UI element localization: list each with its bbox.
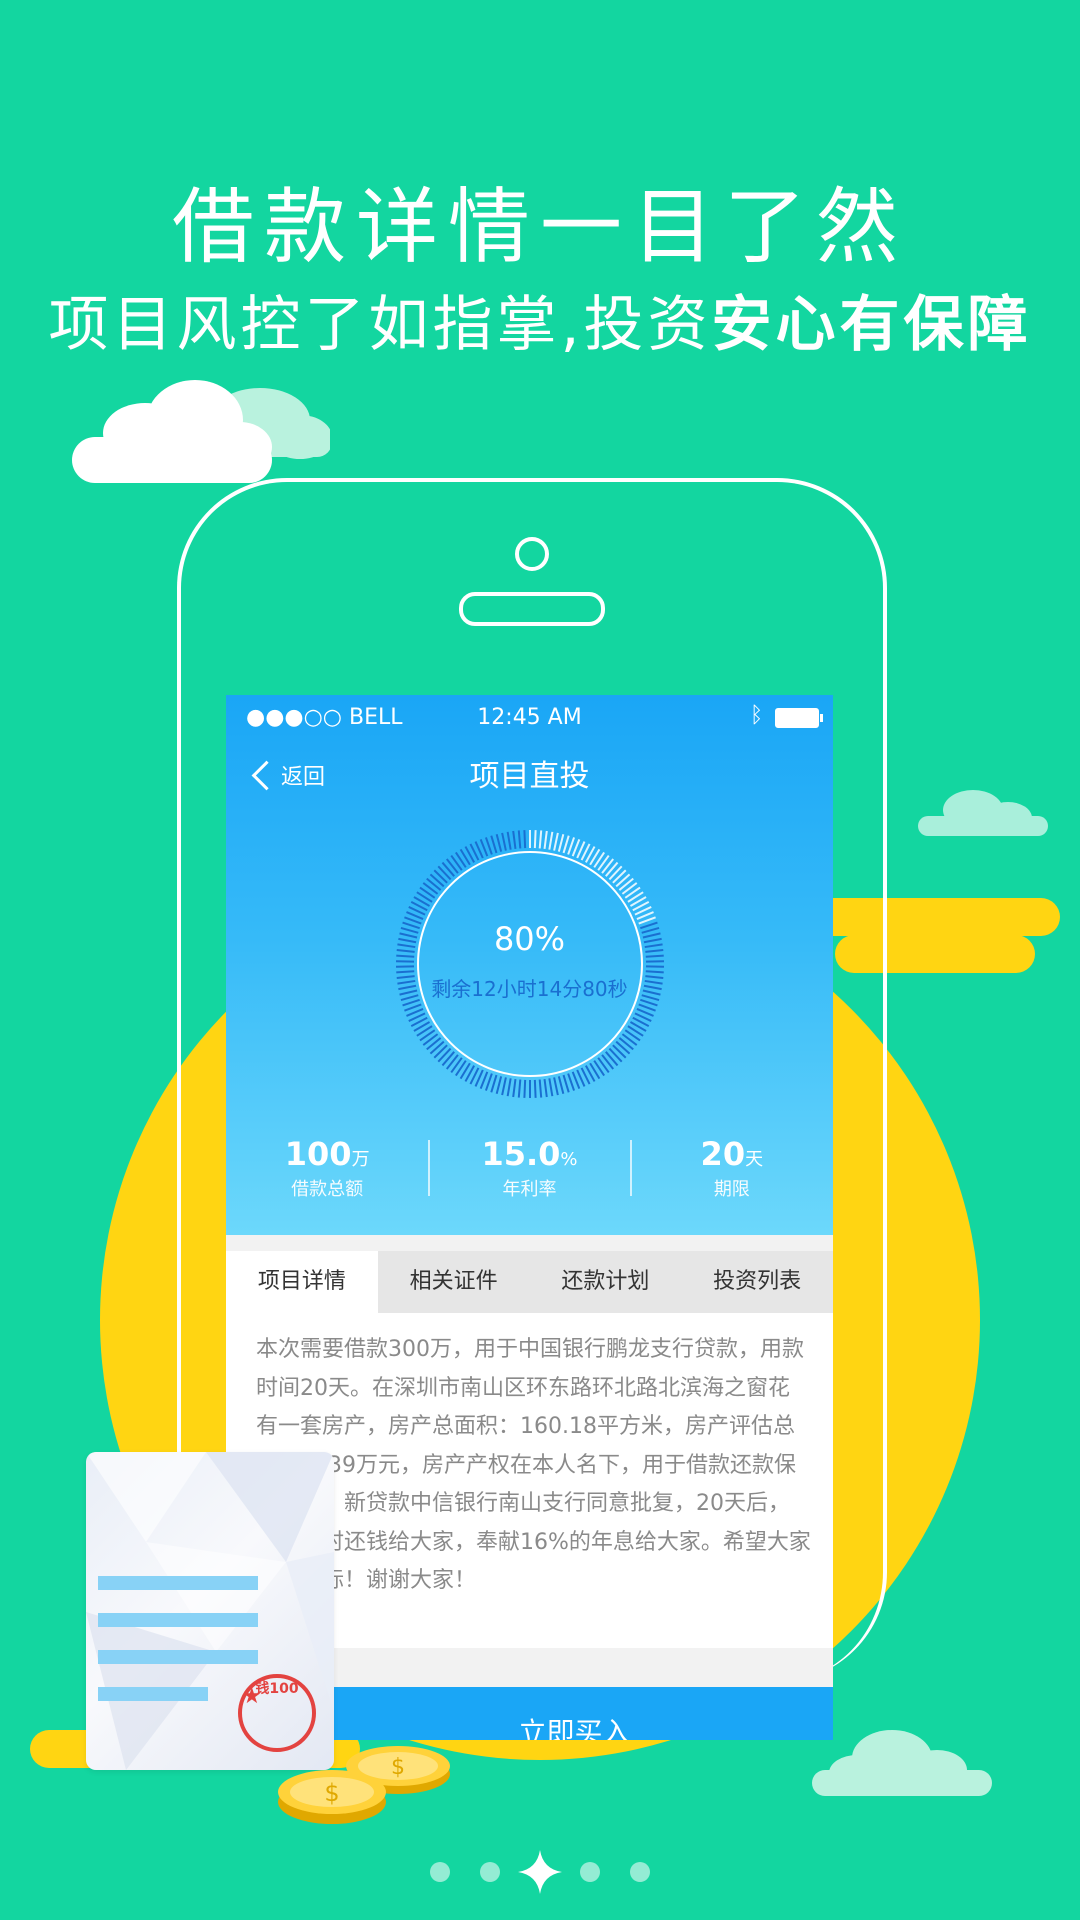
document-line <box>98 1576 258 1590</box>
stat-rate: 15.0% 年利率 <box>428 1135 630 1205</box>
tab-investment-list[interactable]: 投资列表 <box>681 1251 833 1313</box>
detail-text: 本次需要借款300万，用于中国银行鹏龙支行贷款，用款时间20天。在深圳市南山区环… <box>256 1337 811 1593</box>
progress-tick <box>553 832 559 851</box>
promo-subline-normal: 项目风控了如指掌,投资 <box>48 290 712 360</box>
progress-tick <box>567 837 576 855</box>
progress-tick <box>548 1078 554 1097</box>
clock: 12:45 AM <box>477 705 582 730</box>
stat-divider <box>428 1140 430 1196</box>
progress-tick <box>553 1077 559 1096</box>
seal-star-icon: ★ <box>242 1684 262 1709</box>
tab-project-details[interactable]: 项目详情 <box>226 1251 378 1313</box>
stat-amount-label: 借款总额 <box>291 1179 364 1200</box>
progress-tick <box>506 831 512 850</box>
stat-term: 20天 期限 <box>631 1135 833 1205</box>
stat-term-unit: 天 <box>745 1149 764 1170</box>
progress-tick <box>557 1076 565 1095</box>
progress-tick <box>608 1047 623 1063</box>
progress-tick <box>523 830 527 849</box>
progress-tick <box>484 837 493 855</box>
page-dot[interactable] <box>480 1862 500 1882</box>
progress-tick <box>437 865 452 881</box>
progress-tick <box>495 833 503 852</box>
countdown-text: 剩余12小时14分80秒 <box>431 977 628 1001</box>
progress-tick <box>543 1078 548 1098</box>
progress-tick <box>490 835 498 854</box>
progress-tick <box>538 830 543 849</box>
progress-tick <box>543 830 548 850</box>
promo-subline: 项目风控了如指掌,投资安心有保障 <box>0 276 1080 363</box>
progress-tick <box>562 1074 570 1093</box>
stat-rate-unit: % <box>560 1149 578 1170</box>
stat-term-label: 期限 <box>713 1179 750 1200</box>
svg-text:$: $ <box>324 1779 339 1807</box>
progress-tick <box>523 1079 527 1098</box>
promo-subline-strong: 安心有保障 <box>711 290 1032 360</box>
stat-rate-label: 年利率 <box>502 1179 557 1200</box>
cloud-decoration-right <box>918 790 1048 836</box>
progress-tick <box>506 1078 512 1097</box>
stat-rate-value: 15.0 <box>481 1135 561 1173</box>
progress-tick <box>512 830 517 850</box>
progress-tick <box>501 1077 507 1096</box>
stat-term-value: 20 <box>700 1135 746 1173</box>
cloud-decoration-bottom <box>812 1730 992 1796</box>
progress-tick <box>517 1079 522 1098</box>
bluetooth-icon: ᛒ <box>750 703 764 728</box>
document-line <box>98 1650 258 1664</box>
progress-tick <box>533 830 537 849</box>
tab-bar: 项目详情 相关证件 还款计划 投资列表 <box>226 1251 833 1313</box>
tab-repayment-plan[interactable]: 还款计划 <box>530 1251 682 1313</box>
progress-tick <box>557 833 565 852</box>
progress-tick <box>512 1078 517 1098</box>
page-dot[interactable] <box>430 1862 450 1882</box>
svg-text:$: $ <box>391 1755 405 1780</box>
stat-amount-value: 100 <box>284 1135 352 1173</box>
progress-tick <box>608 865 623 881</box>
tab-certificates[interactable]: 相关证件 <box>378 1251 530 1313</box>
progress-tick <box>433 869 448 884</box>
stat-amount-unit: 万 <box>351 1149 370 1170</box>
progress-tick <box>533 1079 537 1098</box>
document-icon: ★ 钱100 <box>86 1452 334 1770</box>
progress-tick <box>562 835 570 854</box>
progress-tick <box>612 1044 627 1059</box>
page-dot[interactable] <box>630 1862 650 1882</box>
stat-divider <box>630 1140 632 1196</box>
progress-tick <box>538 1079 543 1098</box>
battery-icon <box>775 708 823 728</box>
document-line <box>98 1613 258 1627</box>
progress-tick <box>548 831 554 850</box>
progress-inner-circle <box>417 851 643 1077</box>
progress-tick <box>484 1073 493 1091</box>
progress-tick <box>490 1074 498 1093</box>
progress-tick <box>433 1044 448 1059</box>
progress-tick <box>437 1047 452 1063</box>
status-bar: ●●●○○ BELL 12:45 AM ᛒ <box>226 695 833 741</box>
stat-amount: 100万 借款总额 <box>226 1135 428 1205</box>
page-title: 项目直投 <box>469 759 590 794</box>
page-dot[interactable] <box>580 1862 600 1882</box>
seal-text: 钱100 <box>255 1681 299 1697</box>
project-header: ●●●○○ BELL 12:45 AM ᛒ 返回 项目直投 80% 剩余12小时… <box>226 695 833 1235</box>
progress-tick <box>501 832 507 851</box>
progress-tick <box>567 1073 576 1091</box>
progress-tick <box>495 1076 503 1095</box>
progress-ring <box>396 830 664 1098</box>
stats-row: 100万 借款总额 15.0% 年利率 20天 期限 <box>226 1135 833 1205</box>
progress-tick <box>612 869 627 884</box>
progress-percent: 80% <box>493 920 566 958</box>
phone-camera-icon <box>515 537 549 571</box>
cloud-decoration <box>72 380 330 483</box>
page-dot-active-icon[interactable] <box>518 1850 562 1894</box>
promo-headline: 借款详情一目了然 <box>171 180 908 275</box>
progress-tick <box>517 830 522 849</box>
coins-icon: $ $ <box>278 1746 450 1824</box>
page-indicator <box>0 1850 1080 1894</box>
phone-speaker-icon <box>459 592 605 626</box>
document-line <box>98 1687 208 1701</box>
